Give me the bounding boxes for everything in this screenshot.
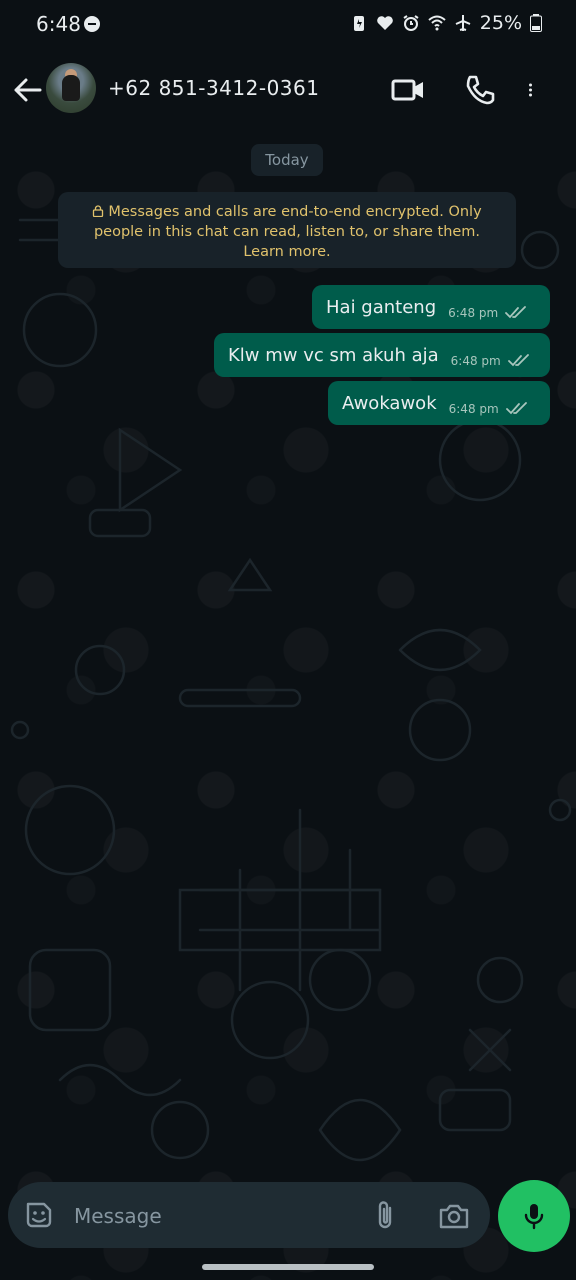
message-time: 6:48 pm <box>448 306 499 320</box>
message-meta: 6:48 pm <box>448 306 530 320</box>
chat-header: +62 851-3412-0361 <box>0 50 576 130</box>
battery-saver-icon <box>353 16 364 31</box>
back-arrow-icon[interactable] <box>8 70 48 110</box>
message-bubble-outgoing[interactable]: Awokawok 6:48 pm <box>328 381 550 425</box>
home-indicator[interactable] <box>202 1264 374 1270</box>
mic-icon <box>524 1204 544 1230</box>
wifi-icon <box>428 15 446 31</box>
double-tick-icon <box>505 402 527 415</box>
encryption-notice[interactable]: Messages and calls are end-to-end encryp… <box>58 192 516 268</box>
message-text: Awokawok <box>342 392 437 414</box>
battery-percentage: 25% <box>479 12 522 34</box>
message-bubble-outgoing[interactable]: Hai ganteng 6:48 pm <box>312 285 550 329</box>
double-tick-icon <box>505 306 527 319</box>
dnd-icon <box>84 16 100 32</box>
double-tick-icon <box>507 354 529 367</box>
contact-name[interactable]: +62 851-3412-0361 <box>108 76 319 100</box>
message-time: 6:48 pm <box>450 354 501 368</box>
sticker-icon[interactable] <box>24 1200 54 1230</box>
alarm-icon <box>403 15 419 31</box>
message-bubble-outgoing[interactable]: Klw mw vc sm akuh aja 6:48 pm <box>214 333 550 377</box>
camera-icon[interactable] <box>438 1200 470 1232</box>
message-text: Klw mw vc sm akuh aja <box>228 344 439 366</box>
message-time: 6:48 pm <box>448 402 499 416</box>
airplane-icon <box>455 15 471 31</box>
message-input[interactable] <box>72 1200 356 1232</box>
heart-icon <box>376 16 393 30</box>
message-meta: 6:48 pm <box>451 354 533 368</box>
video-call-icon[interactable] <box>390 72 426 108</box>
avatar[interactable] <box>46 63 96 113</box>
status-icons: 25% <box>350 12 542 34</box>
message-meta: 6:48 pm <box>449 402 531 416</box>
date-chip: Today <box>251 144 323 176</box>
attach-icon[interactable] <box>372 1200 398 1232</box>
message-text: Hai ganteng <box>326 296 437 318</box>
encryption-notice-text: Messages and calls are end-to-end encryp… <box>93 204 482 260</box>
avatar-figure <box>62 75 80 101</box>
battery-icon <box>530 14 542 32</box>
phone-icon[interactable] <box>462 72 498 108</box>
mic-button[interactable] <box>498 1180 570 1252</box>
status-bar: 6:48 25% <box>0 0 576 50</box>
message-composer <box>8 1182 490 1248</box>
lock-icon <box>93 205 104 217</box>
status-time: 6:48 <box>36 12 81 36</box>
more-vert-icon[interactable] <box>526 72 544 108</box>
